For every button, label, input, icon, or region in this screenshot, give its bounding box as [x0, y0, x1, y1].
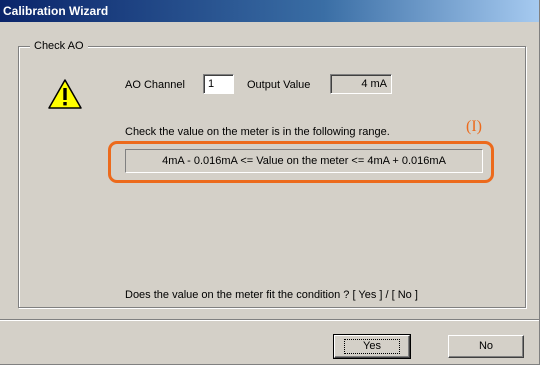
ao-channel-field[interactable]: 1 — [203, 74, 234, 94]
instruction-text: Check the value on the meter is in the f… — [125, 126, 390, 138]
question-text: Does the value on the meter fit the cond… — [125, 289, 418, 301]
ao-channel-label: AO Channel — [125, 79, 185, 91]
button-separator — [0, 319, 539, 321]
calibration-wizard-window: Calibration Wizard Check AO AO Channel 1… — [0, 0, 540, 365]
yes-button[interactable]: Yes — [333, 334, 411, 359]
warning-icon — [48, 79, 82, 109]
output-value-field: 4 mA — [330, 74, 392, 94]
annotation-label: (I) — [466, 118, 482, 135]
annotation-highlight-box — [108, 141, 494, 183]
no-button[interactable]: No — [448, 335, 524, 358]
title-bar[interactable]: Calibration Wizard — [0, 0, 539, 22]
yes-button-label: Yes — [344, 339, 400, 354]
output-value-label: Output Value — [247, 79, 311, 91]
groupbox-legend: Check AO — [30, 40, 88, 52]
